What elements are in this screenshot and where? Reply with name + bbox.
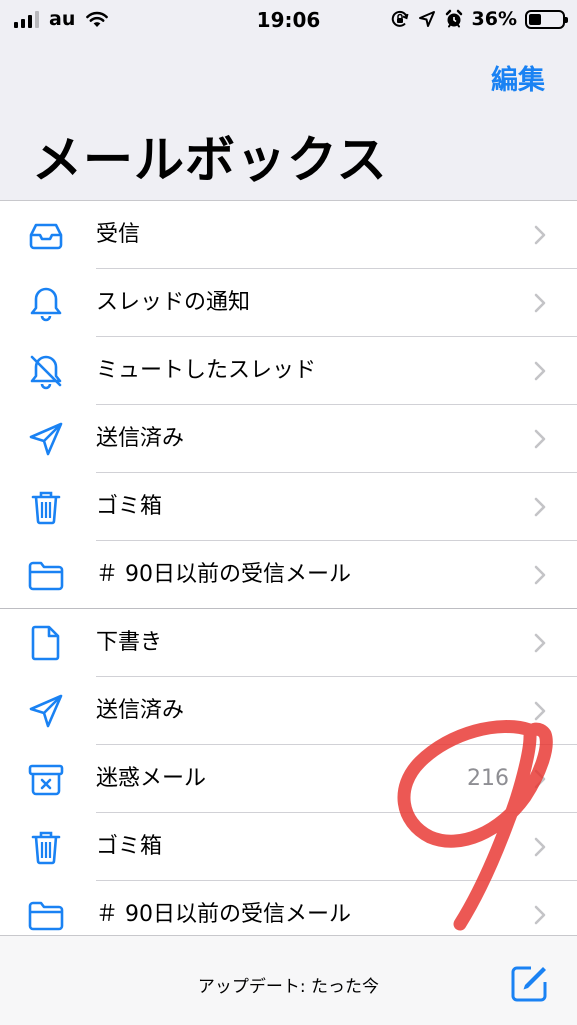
chevron-right-icon	[534, 837, 546, 857]
chevron-right-icon	[534, 633, 546, 653]
trash-icon	[26, 827, 66, 867]
mailbox-label: 送信済み	[96, 426, 185, 451]
mailbox-row[interactable]: 送信済み	[0, 405, 577, 473]
mailbox-label: 迷惑メール	[96, 766, 207, 791]
mailbox-label: ゴミ箱	[96, 834, 163, 859]
chevron-right-icon	[534, 565, 546, 585]
mailbox-row[interactable]: 迷惑メール 216	[0, 745, 577, 813]
mailbox-row[interactable]: スレッドの通知	[0, 269, 577, 337]
update-status: アップデート: たった今	[197, 977, 380, 997]
chevron-right-icon	[534, 293, 546, 313]
bell-icon	[26, 283, 66, 323]
battery-level-fill	[529, 13, 541, 25]
edit-button[interactable]: 編集	[491, 58, 545, 97]
mailbox-row[interactable]: 受信	[0, 201, 577, 269]
mailbox-label: ＃ 90日以前の受信メール	[96, 562, 351, 587]
folder-icon	[26, 555, 66, 595]
trash-icon	[26, 487, 66, 527]
chevron-right-icon	[534, 769, 546, 789]
inbox-icon	[26, 215, 66, 255]
chevron-right-icon	[534, 701, 546, 721]
chevron-right-icon	[534, 225, 546, 245]
junk-icon	[26, 759, 66, 799]
mailbox-row[interactable]: 送信済み	[0, 677, 577, 745]
bell-slash-icon	[26, 351, 66, 391]
page-title: メールボックス	[32, 131, 388, 189]
paperplane-icon	[26, 419, 66, 459]
compose-button[interactable]	[509, 964, 549, 1004]
mailbox-label: 受信	[96, 222, 141, 247]
mailbox-label: 下書き	[96, 630, 163, 655]
compose-icon	[511, 966, 547, 1002]
mailbox-row[interactable]: ミュートしたスレッド	[0, 337, 577, 405]
mailbox-label: 送信済み	[96, 698, 185, 723]
mailbox-header: 編集 メールボックス	[0, 40, 577, 201]
mailbox-row[interactable]: ＃ 90日以前の受信メール	[0, 541, 577, 609]
mailbox-label: スレッドの通知	[96, 290, 251, 315]
mailbox-list: 受信 スレッドの通知 ミュートしたスレッド 送信済み ゴミ箱＃ 90日以前の受信メール下…	[0, 201, 577, 949]
mailbox-label: ミュートしたスレッド	[96, 358, 317, 383]
status-bar: au 19:06 36%	[0, 0, 577, 40]
battery-icon	[525, 9, 568, 29]
mailbox-label: ゴミ箱	[96, 494, 163, 519]
battery-percent: 36%	[471, 8, 517, 30]
unread-count: 216	[467, 766, 509, 791]
location-icon	[418, 11, 435, 27]
bottom-toolbar: アップデート: たった今	[0, 935, 577, 1025]
alarm-icon	[445, 9, 462, 28]
paperplane-icon	[26, 691, 66, 731]
status-right: 36%	[390, 7, 568, 31]
document-icon	[26, 623, 66, 663]
chevron-right-icon	[534, 905, 546, 925]
chevron-right-icon	[534, 361, 546, 381]
mailbox-row[interactable]: 下書き	[0, 609, 577, 677]
folder-icon	[26, 895, 66, 935]
chevron-right-icon	[534, 497, 546, 517]
mailbox-row[interactable]: ゴミ箱	[0, 473, 577, 541]
chevron-right-icon	[534, 429, 546, 449]
mailbox-row[interactable]: ゴミ箱	[0, 813, 577, 881]
orientation-lock-icon	[391, 10, 408, 27]
